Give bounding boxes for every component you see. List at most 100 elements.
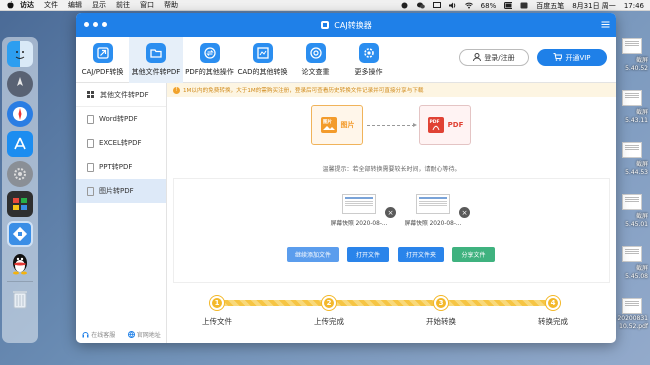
file-list-area: × 屏幕快照 2020-08-... × 屏幕快照 2020-08-... 继续… (173, 178, 610, 283)
file-thumbnail (622, 90, 642, 106)
menu-icon[interactable] (601, 20, 610, 29)
trash-icon[interactable] (7, 286, 33, 312)
file-name: 屏幕快照 2020-08-... (404, 221, 462, 227)
notice-text: 1M以内的免费转换，大于1M的需购买注册，登录后可查看历史转换文件记录并可直接分… (183, 88, 424, 94)
file-thumbnail (342, 194, 376, 214)
wechat-status-icon[interactable] (416, 2, 425, 9)
swap-icon (199, 43, 220, 63)
sidebar-header-label: 其他文件转PDF (100, 90, 149, 99)
tab-cad-convert[interactable]: CAD的其他转换 (236, 37, 289, 83)
window-controls (84, 22, 107, 27)
system-preferences-icon[interactable] (7, 161, 33, 187)
sidebar-item-label: 图片转PDF (99, 187, 134, 195)
desktop-file[interactable]: 20200831 10.52.pdf (612, 298, 648, 330)
caj-converter-icon[interactable] (7, 221, 33, 247)
app-store-icon[interactable] (7, 131, 33, 157)
menu-help[interactable]: 帮助 (164, 0, 178, 10)
convert-arrow-icon (367, 122, 417, 127)
window-title: CAJ转换器 (334, 20, 372, 30)
official-site-link[interactable]: 官网地址 (127, 330, 161, 339)
document-icon (87, 138, 94, 148)
cart-icon (553, 52, 564, 63)
tab-more-operations[interactable]: 更多操作 (342, 37, 395, 83)
menu-view[interactable]: 显示 (92, 0, 106, 10)
document-icon (87, 114, 94, 124)
zoom-window-button[interactable] (102, 22, 107, 27)
tab-plagiarism-check[interactable]: 论文查重 (289, 37, 342, 83)
main-toolbar: CAJ/PDF转换 其他文件转PDF PDF的其他操作 CAD的其他转换 论文查… (76, 37, 616, 83)
qq-status-icon[interactable] (401, 2, 409, 9)
tab-caj-pdf-convert[interactable]: CAJ/PDF转换 (76, 37, 129, 83)
tab-label: CAJ/PDF转换 (81, 68, 124, 76)
menu-file[interactable]: 文件 (44, 0, 58, 10)
menu-edit[interactable]: 编辑 (68, 0, 82, 10)
sidebar-item-ppt[interactable]: PPT转PDF (76, 155, 166, 179)
sidebar-item-image[interactable]: 图片转PDF (76, 179, 166, 203)
desktop-file[interactable]: 截屏 5.44.53 (612, 142, 648, 176)
grid-icon (87, 90, 95, 99)
step-number: 1 (210, 296, 224, 310)
remove-file-button[interactable]: × (459, 207, 470, 218)
input-method-label[interactable]: 百度五笔 (536, 1, 564, 11)
sidebar-item-excel[interactable]: EXCEL转PDF (76, 131, 166, 155)
desktop-file[interactable]: 截屏 5.45.08 (612, 246, 648, 280)
close-window-button[interactable] (84, 22, 89, 27)
tab-other-to-pdf[interactable]: 其他文件转PDF (129, 37, 183, 83)
sidebar-item-word[interactable]: Word转PDF (76, 107, 166, 131)
open-file-button[interactable]: 打开文件 (347, 247, 389, 262)
file-thumbnail (622, 298, 642, 314)
vip-button[interactable]: 开通VIP (537, 49, 607, 66)
desktop-file[interactable]: 截屏 5.43.11 (612, 90, 648, 124)
input-method-icon[interactable] (520, 2, 528, 9)
file-label: 5.44.53 (625, 169, 648, 176)
desktop-file[interactable]: 截屏 5.40.52 (612, 38, 648, 72)
add-more-files-button[interactable]: 继续添加文件 (287, 247, 339, 262)
wifi-icon[interactable] (464, 2, 473, 9)
headset-icon (82, 332, 89, 338)
tab-pdf-operations[interactable]: PDF的其他操作 (183, 37, 236, 83)
file-label: 5.45.01 (625, 221, 648, 228)
safari-icon[interactable] (7, 101, 33, 127)
file-label: 5.40.52 (625, 65, 648, 72)
desktop-file[interactable]: 截屏 5.45.01 (612, 194, 648, 228)
file-thumbnail (622, 246, 642, 262)
online-service-link[interactable]: 在线客服 (82, 330, 115, 339)
battery-icon[interactable] (504, 2, 513, 9)
step-label: 开始转换 (426, 317, 456, 326)
hint-text: 温馨提示：若全部转换需要较长时间，请耐心等待。 (322, 166, 461, 173)
photo-booth-icon[interactable] (7, 191, 33, 217)
file-thumbnail (622, 142, 642, 158)
file-card[interactable]: × 屏幕快照 2020-08-... (404, 194, 470, 227)
menu-bar: 访达 文件 编辑 显示 前往 窗口 帮助 68% 百度五笔 8月31日 周一 1… (0, 0, 650, 11)
sidebar-footer: 在线客服 官网地址 (76, 330, 167, 339)
dock-divider (7, 281, 33, 282)
time-label[interactable]: 17:46 (624, 2, 644, 10)
menu-go[interactable]: 前往 (116, 0, 130, 10)
step-number: 2 (322, 296, 336, 310)
file-label: 截屏 (635, 57, 648, 64)
login-button[interactable]: 登录/注册 (459, 49, 529, 66)
date-label[interactable]: 8月31日 周一 (572, 1, 616, 11)
step-1: 1 上传文件 (187, 296, 247, 327)
tab-label: CAD的其他转换 (237, 68, 288, 76)
sidebar-item-label: PPT转PDF (99, 163, 133, 171)
vip-label: 开通VIP (565, 53, 591, 62)
open-folder-button[interactable]: 打开文件夹 (398, 247, 444, 262)
remove-file-button[interactable]: × (385, 207, 396, 218)
qq-icon[interactable] (7, 251, 33, 277)
menu-window[interactable]: 窗口 (140, 0, 154, 10)
launchpad-icon[interactable] (7, 71, 33, 97)
file-card[interactable]: × 屏幕快照 2020-08-... (331, 194, 396, 227)
display-icon[interactable] (432, 2, 441, 9)
menu-app-name[interactable]: 访达 (20, 0, 34, 10)
volume-icon[interactable] (448, 2, 457, 9)
tab-label: 论文查重 (301, 68, 330, 76)
apple-icon[interactable] (6, 1, 14, 9)
share-file-button[interactable]: 分享文件 (452, 247, 495, 262)
document-icon (87, 186, 94, 196)
finder-icon[interactable] (7, 41, 33, 67)
file-label: 截屏 (635, 213, 648, 220)
pdf-format-box: PDF PDF (419, 105, 471, 145)
minimize-window-button[interactable] (93, 22, 98, 27)
online-service-label: 在线客服 (91, 332, 116, 339)
